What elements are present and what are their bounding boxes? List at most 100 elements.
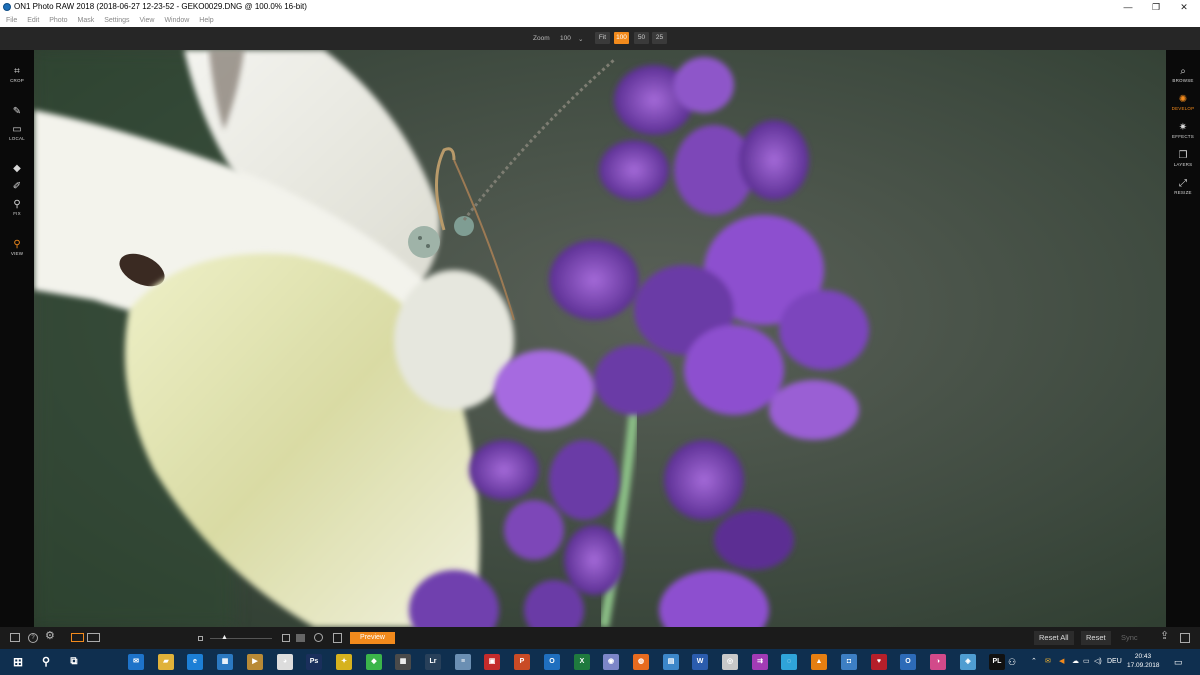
mail-icon[interactable]: ✉ — [128, 654, 144, 670]
outlook2-icon[interactable]: O — [900, 654, 916, 670]
layers-module[interactable]: ❐ LAYERS — [1166, 150, 1200, 167]
eraser-tool[interactable]: ◆ — [0, 163, 34, 174]
app-white-icon[interactable]: ◎ — [722, 654, 738, 670]
share-icon[interactable]: ⇪ — [1160, 630, 1169, 642]
photoshop-icon[interactable]: Ps — [306, 654, 322, 670]
app-pink-icon[interactable]: ◑ — [930, 654, 946, 670]
reset-all-button[interactable]: Reset All — [1034, 631, 1074, 645]
text-overlay-icon[interactable] — [296, 634, 305, 642]
compare-view-icon[interactable] — [87, 633, 100, 642]
menu-mask[interactable]: Mask — [78, 14, 95, 27]
app-stripes-icon[interactable]: ≡ — [455, 654, 471, 670]
edge-icon[interactable]: e — [187, 654, 203, 670]
app-heart-icon[interactable]: ♥ — [871, 654, 887, 670]
app-globe-icon[interactable]: ◉ — [603, 654, 619, 670]
app-color-icon[interactable]: ◆ — [366, 654, 382, 670]
chevron-down-icon[interactable]: ⌄ — [578, 35, 583, 43]
circle-mask-icon[interactable] — [314, 633, 323, 642]
app-gem-icon[interactable]: ◈ — [960, 654, 976, 670]
slider-handle-icon[interactable]: ▲ — [221, 632, 228, 644]
effects-label: EFFECTS — [1172, 134, 1194, 139]
powerpoint-icon[interactable]: P — [514, 654, 530, 670]
menu-photo[interactable]: Photo — [49, 14, 67, 27]
menu-edit[interactable]: Edit — [27, 14, 39, 27]
help-icon[interactable]: ? — [28, 633, 38, 643]
search-icon[interactable]: ⚲ — [38, 654, 54, 670]
app-blue-icon[interactable]: ▤ — [663, 654, 679, 670]
effects-module[interactable]: ✷ EFFECTS — [1166, 122, 1200, 139]
gear-icon[interactable]: ⚙ — [45, 630, 55, 642]
app-red-icon[interactable]: ▣ — [484, 654, 500, 670]
windows-taskbar: ⊞ ⚲ ⧉ ✉ ▰ e ▦ ▶ ◕ Ps ✦ ◆ ▦ Lr ≡ ▣ P O X ◉ ◍ ▤ W ◎ ⇉ ◌ ▲ ◘ ♥ O ◑ ◈ PL … — [0, 649, 1200, 675]
outlook-icon[interactable]: O — [544, 654, 560, 670]
menu-view[interactable]: View — [139, 14, 154, 27]
zoom-25-button[interactable]: 25 — [652, 32, 667, 44]
resize-module[interactable]: ⤢ RESIZE — [1166, 178, 1200, 195]
vlc-icon[interactable]: ▲ — [811, 654, 827, 670]
network-icon[interactable]: ▭ — [1083, 649, 1090, 675]
photolab-icon[interactable]: PL — [989, 654, 1005, 670]
notifications-icon[interactable]: ▭ — [1174, 649, 1183, 675]
view-tool[interactable]: ⚲ VIEW — [0, 239, 34, 256]
panel-right-toggle-icon[interactable] — [1180, 633, 1190, 643]
resize-icon: ⤢ — [1179, 178, 1187, 189]
camera-icon[interactable]: ◘ — [841, 654, 857, 670]
media-icon[interactable]: ▶ — [247, 654, 263, 670]
preview-button[interactable]: Preview — [350, 632, 395, 644]
mail-tray-icon[interactable]: ✉ — [1045, 649, 1051, 675]
app-purple-icon[interactable]: ⇉ — [752, 654, 768, 670]
document-icon[interactable] — [333, 633, 342, 643]
fix-tool[interactable]: ⚲ FIX — [0, 199, 34, 216]
menu-bar: File Edit Photo Mask Settings View Windo… — [0, 14, 1200, 27]
local-tool[interactable]: ▭ LOCAL — [0, 124, 34, 141]
menu-settings[interactable]: Settings — [104, 14, 129, 27]
lightroom-icon[interactable]: Lr — [425, 654, 441, 670]
windows-start-icon[interactable]: ⊞ — [10, 654, 26, 670]
menu-window[interactable]: Window — [164, 14, 189, 27]
brush-icon: ✎ — [12, 106, 22, 117]
zoom-label: Zoom — [533, 35, 550, 42]
flag-tray-icon[interactable]: ◀ — [1059, 649, 1064, 675]
task-view-icon[interactable]: ⧉ — [66, 654, 82, 670]
store-icon[interactable]: ▦ — [217, 654, 233, 670]
panel-toggle-icon[interactable] — [10, 633, 20, 642]
zoom-fit-button[interactable]: Fit — [595, 32, 610, 44]
zoom-slider[interactable] — [210, 638, 272, 639]
healing-tool[interactable]: ✐ — [0, 181, 34, 192]
single-view-icon[interactable] — [71, 633, 84, 642]
effects-icon: ✷ — [1178, 122, 1188, 133]
menu-help[interactable]: Help — [199, 14, 213, 27]
zoom-out-icon[interactable] — [198, 636, 203, 641]
app-yellow-icon[interactable]: ✦ — [336, 654, 352, 670]
close-button[interactable]: ✕ — [1170, 0, 1198, 14]
sync-button[interactable]: Sync — [1116, 631, 1143, 645]
panda-icon[interactable]: ◕ — [277, 654, 293, 670]
zoom-50-button[interactable]: 50 — [634, 32, 649, 44]
word-icon[interactable]: W — [692, 654, 708, 670]
fix-label: FIX — [13, 211, 21, 216]
language-indicator[interactable]: DEU — [1107, 649, 1122, 675]
clock[interactable]: 20:43 17.09.2018 — [1127, 652, 1160, 670]
zoom-value-dropdown[interactable]: 100 — [560, 35, 571, 42]
sync-tray-icon[interactable]: ☁ — [1072, 649, 1079, 675]
mask-view-icon[interactable] — [282, 634, 290, 642]
reset-button[interactable]: Reset — [1081, 631, 1111, 645]
app-cyan-icon[interactable]: ◌ — [781, 654, 797, 670]
menu-file[interactable]: File — [6, 14, 17, 27]
crop-tool[interactable]: ⌗ CROP — [0, 66, 34, 83]
volume-icon[interactable]: ◁) — [1094, 649, 1102, 675]
file-explorer-icon[interactable]: ▰ — [158, 654, 174, 670]
browse-module[interactable]: ⌕ BROWSE — [1166, 66, 1200, 83]
zoom-100-button[interactable]: 100 — [614, 32, 629, 44]
develop-module[interactable]: ✺ DEVELOP — [1166, 94, 1200, 111]
calculator-icon[interactable]: ▦ — [395, 654, 411, 670]
chevron-up-icon[interactable]: ⌃ — [1031, 649, 1037, 675]
firefox-icon[interactable]: ◍ — [633, 654, 649, 670]
maximize-button[interactable]: ❐ — [1142, 0, 1170, 14]
brush-tool[interactable]: ✎ — [0, 106, 34, 117]
minimize-button[interactable]: — — [1114, 0, 1142, 14]
people-icon[interactable]: ⚇ — [1008, 649, 1016, 675]
clock-date: 17.09.2018 — [1127, 662, 1160, 669]
excel-icon[interactable]: X — [574, 654, 590, 670]
photo-canvas[interactable] — [34, 50, 1166, 627]
